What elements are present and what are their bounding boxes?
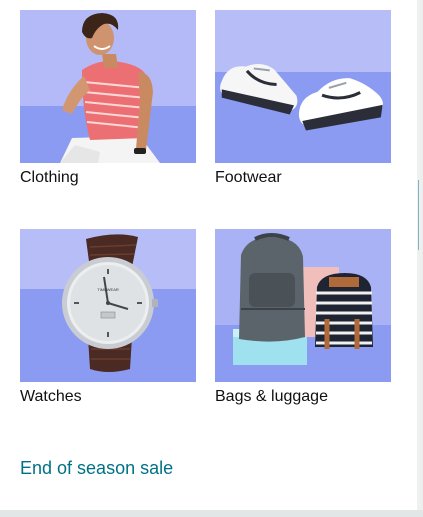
category-tile-footwear[interactable]: Footwear	[215, 10, 391, 188]
category-label: Watches	[20, 388, 82, 405]
scroll-edge	[415, 0, 423, 517]
watches-image[interactable]: TIMEWEAR	[20, 229, 196, 382]
bags-image[interactable]	[215, 229, 391, 382]
footwear-image[interactable]	[215, 10, 391, 163]
page-gap	[0, 510, 423, 517]
end-of-season-sale-link[interactable]: End of season sale	[20, 456, 173, 480]
clothing-image[interactable]	[20, 10, 196, 163]
category-tile-bags[interactable]: Bags & luggage	[215, 229, 391, 407]
category-label: Bags & luggage	[215, 388, 328, 405]
category-tile-clothing[interactable]: Clothing	[20, 10, 196, 188]
category-card: Clothing Footwear TIMEWEAR Watches Bags …	[0, 0, 415, 510]
category-tile-watches[interactable]: TIMEWEAR Watches	[20, 229, 196, 407]
watch-brand-text: TIMEWEAR	[97, 287, 119, 292]
category-label: Clothing	[20, 169, 79, 186]
category-label: Footwear	[215, 169, 282, 186]
